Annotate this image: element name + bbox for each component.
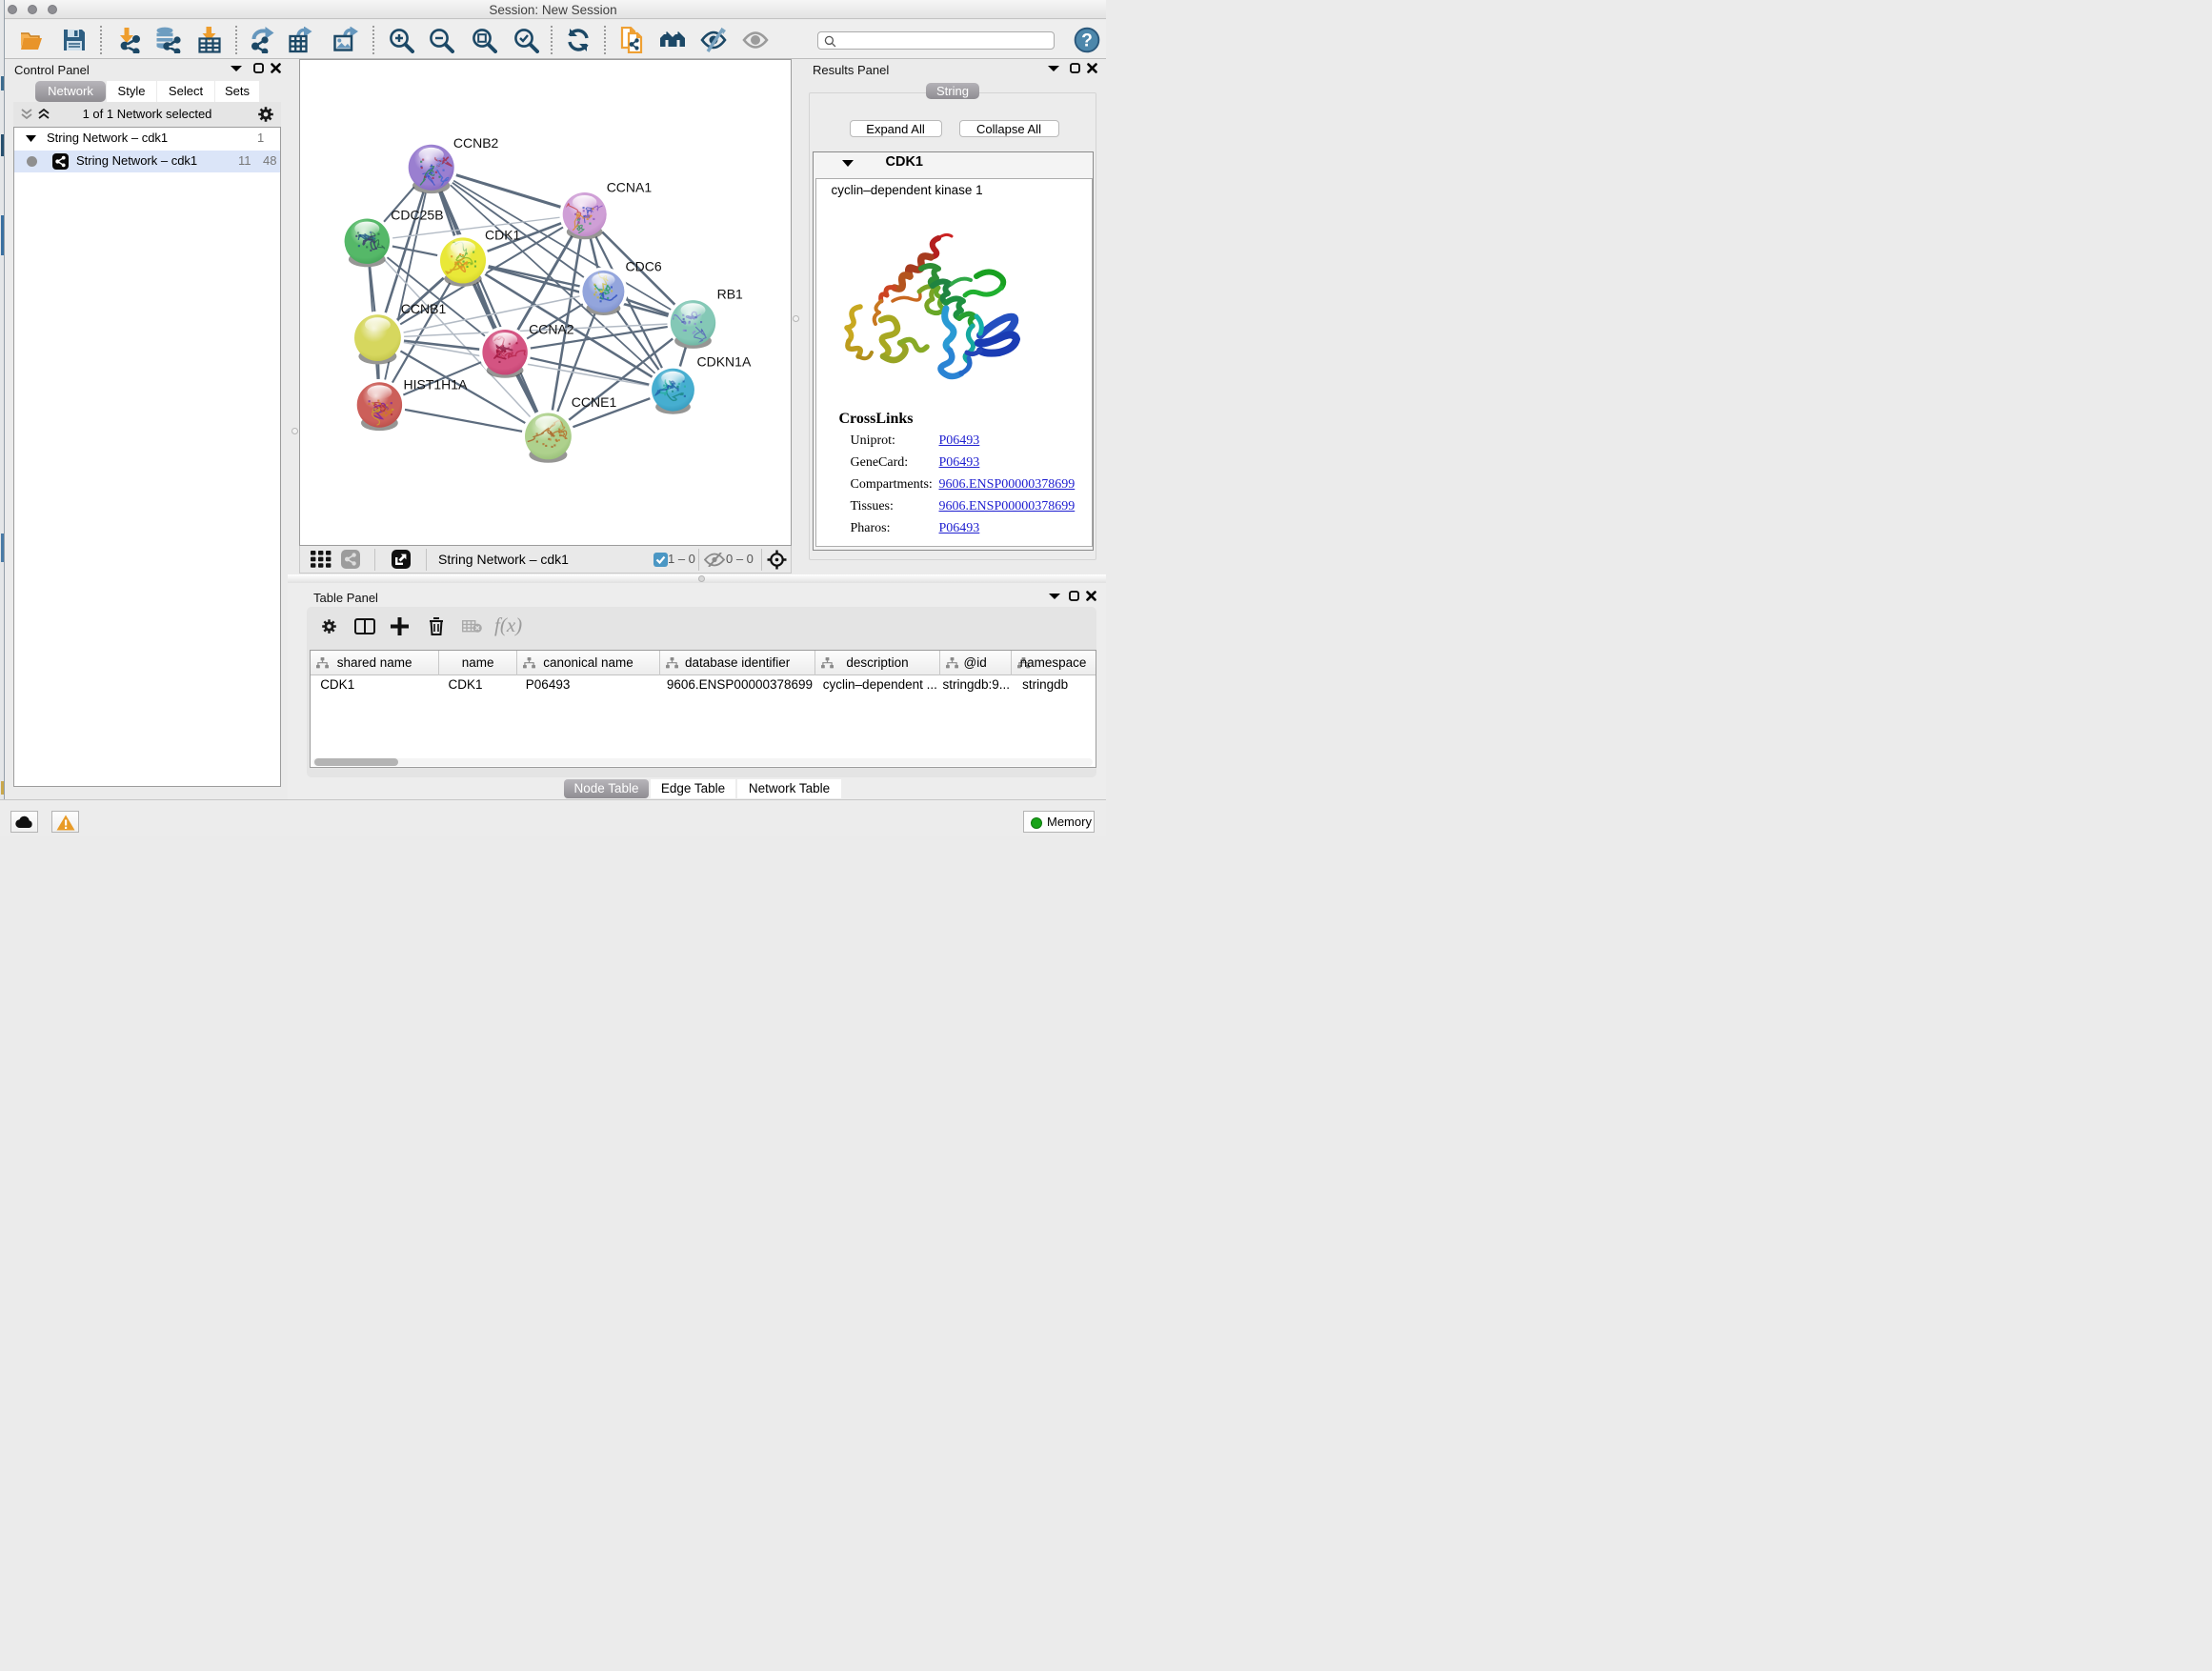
svg-text:CDKN1A: CDKN1A: [697, 354, 752, 370]
svg-text:CCNA1: CCNA1: [607, 180, 653, 195]
svg-text:CCNA2: CCNA2: [529, 322, 574, 337]
svg-text:CCNE1: CCNE1: [572, 394, 617, 410]
svg-text:CDC6: CDC6: [626, 259, 662, 274]
svg-text:?: ?: [1081, 30, 1093, 50]
svg-text:RB1: RB1: [717, 287, 743, 302]
svg-text:CDC25B: CDC25B: [391, 208, 443, 223]
svg-text:HIST1H1A: HIST1H1A: [404, 377, 469, 393]
svg-text:CDK1: CDK1: [485, 228, 521, 243]
svg-text:CCNB2: CCNB2: [453, 135, 499, 151]
svg-text:CCNB1: CCNB1: [401, 301, 447, 316]
